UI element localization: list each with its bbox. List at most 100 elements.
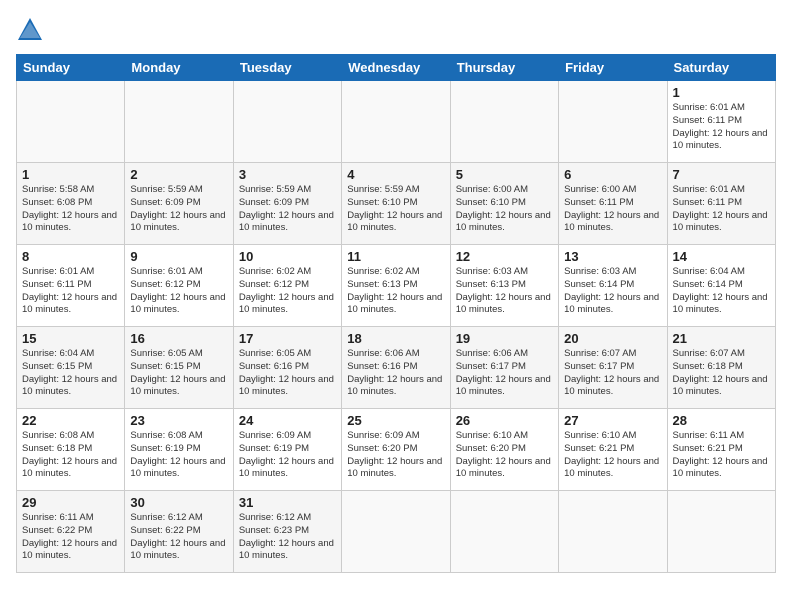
day-info: Sunrise: 5:59 AMSunset: 6:09 PMDaylight:… [239, 184, 334, 233]
day-info: Sunrise: 6:08 AMSunset: 6:19 PMDaylight:… [130, 430, 225, 479]
calendar-cell [125, 81, 233, 163]
header [16, 16, 776, 44]
day-info: Sunrise: 6:01 AMSunset: 6:11 PMDaylight:… [673, 184, 768, 233]
day-number: 9 [130, 249, 227, 264]
calendar-header-saturday: Saturday [667, 55, 775, 81]
calendar-cell: 2Sunrise: 5:59 AMSunset: 6:09 PMDaylight… [125, 163, 233, 245]
calendar-cell: 26 Sunrise: 6:10 AMSunset: 6:20 PMDayligh… [450, 409, 558, 491]
calendar-header-thursday: Thursday [450, 55, 558, 81]
day-number: 24 [239, 413, 336, 428]
day-number: 6 [564, 167, 661, 182]
day-info: Sunrise: 6:00 AMSunset: 6:10 PMDaylight:… [456, 184, 551, 233]
calendar-week-row: 1Sunrise: 6:01 AMSunset: 6:11 PMDaylight… [17, 81, 776, 163]
day-number: 12 [456, 249, 553, 264]
calendar-week-row: 29 Sunrise: 6:11 AMSunset: 6:22 PMDayligh… [17, 491, 776, 573]
calendar-header-row: SundayMondayTuesdayWednesdayThursdayFrid… [17, 55, 776, 81]
calendar-table: SundayMondayTuesdayWednesdayThursdayFrid… [16, 54, 776, 573]
calendar-header-tuesday: Tuesday [233, 55, 341, 81]
calendar-week-row: 1 Sunrise: 5:58 AMSunset: 6:08 PMDaylight… [17, 163, 776, 245]
calendar-cell: 24 Sunrise: 6:09 AMSunset: 6:19 PMDayligh… [233, 409, 341, 491]
calendar-header-wednesday: Wednesday [342, 55, 450, 81]
calendar-cell [559, 491, 667, 573]
calendar-cell: 16Sunrise: 6:05 AMSunset: 6:15 PMDayligh… [125, 327, 233, 409]
day-info: Sunrise: 5:59 AMSunset: 6:09 PMDaylight:… [130, 184, 225, 233]
calendar-cell: 17Sunrise: 6:05 AMSunset: 6:16 PMDayligh… [233, 327, 341, 409]
day-info: Sunrise: 6:07 AMSunset: 6:17 PMDaylight:… [564, 348, 659, 397]
calendar-cell: 13 Sunrise: 6:03 AMSunset: 6:14 PMDayligh… [559, 245, 667, 327]
calendar-cell: 29 Sunrise: 6:11 AMSunset: 6:22 PMDayligh… [17, 491, 125, 573]
day-info: Sunrise: 6:11 AMSunset: 6:22 PMDaylight:… [22, 512, 117, 561]
calendar-cell: 19 Sunrise: 6:06 AMSunset: 6:17 PMDayligh… [450, 327, 558, 409]
day-info: Sunrise: 6:10 AMSunset: 6:21 PMDaylight:… [564, 430, 659, 479]
day-number: 26 [456, 413, 553, 428]
day-number: 22 [22, 413, 119, 428]
calendar-header-monday: Monday [125, 55, 233, 81]
day-number: 3 [239, 167, 336, 182]
calendar-week-row: 22 Sunrise: 6:08 AMSunset: 6:18 PMDayligh… [17, 409, 776, 491]
day-info: Sunrise: 6:02 AMSunset: 6:12 PMDaylight:… [239, 266, 334, 315]
calendar-cell [450, 81, 558, 163]
calendar-cell [17, 81, 125, 163]
day-info: Sunrise: 6:12 AMSunset: 6:22 PMDaylight:… [130, 512, 225, 561]
day-number: 30 [130, 495, 227, 510]
day-info: Sunrise: 6:06 AMSunset: 6:17 PMDaylight:… [456, 348, 551, 397]
day-number: 23 [130, 413, 227, 428]
day-info: Sunrise: 6:10 AMSunset: 6:20 PMDaylight:… [456, 430, 551, 479]
day-info: Sunrise: 6:04 AMSunset: 6:14 PMDaylight:… [673, 266, 768, 315]
calendar-cell: 8 Sunrise: 6:01 AMSunset: 6:11 PMDaylight… [17, 245, 125, 327]
calendar-cell: 10 Sunrise: 6:02 AMSunset: 6:12 PMDayligh… [233, 245, 341, 327]
day-number: 20 [564, 331, 661, 346]
logo-icon [16, 16, 44, 44]
calendar-cell: 20 Sunrise: 6:07 AMSunset: 6:17 PMDayligh… [559, 327, 667, 409]
day-info: Sunrise: 6:03 AMSunset: 6:13 PMDaylight:… [456, 266, 551, 315]
day-info: Sunrise: 6:05 AMSunset: 6:15 PMDaylight:… [130, 348, 225, 397]
day-number: 4 [347, 167, 444, 182]
day-number: 25 [347, 413, 444, 428]
day-number: 29 [22, 495, 119, 510]
calendar-cell [342, 491, 450, 573]
day-number: 27 [564, 413, 661, 428]
day-number: 18 [347, 331, 444, 346]
day-number: 11 [347, 249, 444, 264]
day-number: 10 [239, 249, 336, 264]
calendar-cell: 31Sunrise: 6:12 AMSunset: 6:23 PMDayligh… [233, 491, 341, 573]
day-info: Sunrise: 6:05 AMSunset: 6:16 PMDaylight:… [239, 348, 334, 397]
calendar-cell: 3 Sunrise: 5:59 AMSunset: 6:09 PMDaylight… [233, 163, 341, 245]
day-info: Sunrise: 6:11 AMSunset: 6:21 PMDaylight:… [673, 430, 768, 479]
calendar-cell: 27 Sunrise: 6:10 AMSunset: 6:21 PMDayligh… [559, 409, 667, 491]
calendar-header-sunday: Sunday [17, 55, 125, 81]
calendar-cell: 28 Sunrise: 6:11 AMSunset: 6:21 PMDayligh… [667, 409, 775, 491]
day-info: Sunrise: 6:09 AMSunset: 6:20 PMDaylight:… [347, 430, 442, 479]
day-info: Sunrise: 6:04 AMSunset: 6:15 PMDaylight:… [22, 348, 117, 397]
calendar-cell: 4Sunrise: 5:59 AMSunset: 6:10 PMDaylight… [342, 163, 450, 245]
day-number: 14 [673, 249, 770, 264]
calendar-cell: 1Sunrise: 6:01 AMSunset: 6:11 PMDaylight… [667, 81, 775, 163]
calendar-cell: 11Sunrise: 6:02 AMSunset: 6:13 PMDayligh… [342, 245, 450, 327]
day-info: Sunrise: 6:06 AMSunset: 6:16 PMDaylight:… [347, 348, 442, 397]
calendar-cell: 18 Sunrise: 6:06 AMSunset: 6:16 PMDayligh… [342, 327, 450, 409]
day-info: Sunrise: 6:03 AMSunset: 6:14 PMDaylight:… [564, 266, 659, 315]
calendar-header-friday: Friday [559, 55, 667, 81]
day-number: 1 [673, 85, 770, 100]
day-info: Sunrise: 6:00 AMSunset: 6:11 PMDaylight:… [564, 184, 659, 233]
day-info: Sunrise: 6:09 AMSunset: 6:19 PMDaylight:… [239, 430, 334, 479]
day-number: 8 [22, 249, 119, 264]
day-number: 5 [456, 167, 553, 182]
day-number: 19 [456, 331, 553, 346]
day-number: 13 [564, 249, 661, 264]
day-info: Sunrise: 6:01 AMSunset: 6:11 PMDaylight:… [22, 266, 117, 315]
page-container: SundayMondayTuesdayWednesdayThursdayFrid… [0, 0, 792, 583]
calendar-week-row: 8 Sunrise: 6:01 AMSunset: 6:11 PMDaylight… [17, 245, 776, 327]
calendar-cell [667, 491, 775, 573]
calendar-cell: 14 Sunrise: 6:04 AMSunset: 6:14 PMDayligh… [667, 245, 775, 327]
logo [16, 16, 48, 44]
day-number: 28 [673, 413, 770, 428]
day-number: 1 [22, 167, 119, 182]
day-info: Sunrise: 5:58 AMSunset: 6:08 PMDaylight:… [22, 184, 117, 233]
calendar-cell: 15Sunrise: 6:04 AMSunset: 6:15 PMDayligh… [17, 327, 125, 409]
day-info: Sunrise: 6:08 AMSunset: 6:18 PMDaylight:… [22, 430, 117, 479]
calendar-cell: 5 Sunrise: 6:00 AMSunset: 6:10 PMDaylight… [450, 163, 558, 245]
day-number: 31 [239, 495, 336, 510]
day-info: Sunrise: 6:07 AMSunset: 6:18 PMDaylight:… [673, 348, 768, 397]
day-number: 21 [673, 331, 770, 346]
